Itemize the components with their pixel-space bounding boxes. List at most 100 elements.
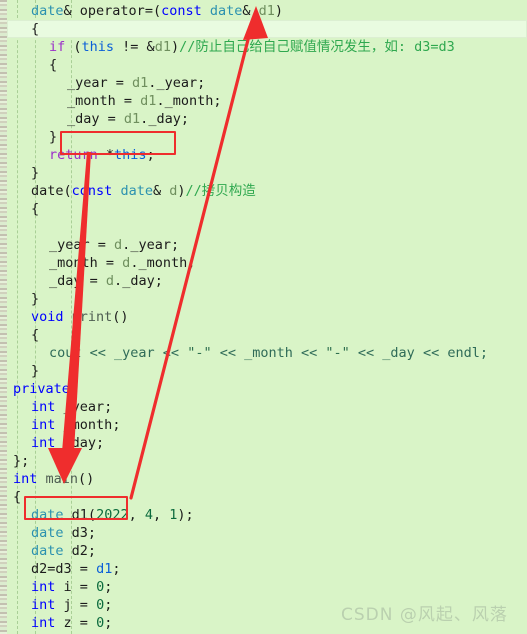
code-line[interactable]: }	[7, 164, 527, 182]
code-line[interactable]: return *this;	[7, 146, 527, 164]
code-line[interactable]: _month = d1._month;	[7, 92, 527, 110]
code-token: 0	[96, 615, 105, 631]
code-line[interactable]: }	[7, 128, 527, 146]
code-token: )	[177, 183, 186, 199]
code-line[interactable]: int _month;	[7, 416, 527, 434]
code-token: z	[63, 615, 72, 631]
code-token: <<	[211, 345, 245, 361]
code-screenshot: date& operator=(const date& d1){if (this…	[0, 0, 527, 634]
code-token: ,	[152, 507, 170, 523]
code-token: ;	[180, 111, 189, 127]
code-token: date	[31, 543, 64, 559]
code-token: cout	[49, 345, 82, 361]
code-token: d1	[71, 507, 88, 523]
code-line[interactable]: cout << _year << "-" << _month << "-" <<…	[7, 344, 527, 362]
code-token: }	[31, 165, 40, 181]
code-token: "-"	[187, 345, 212, 361]
code-line[interactable]: int main()	[7, 470, 527, 488]
code-token: _month	[138, 255, 188, 271]
code-line[interactable]: date d3;	[7, 524, 527, 542]
code-line[interactable]: _month = d._month;	[7, 254, 527, 272]
code-token: d1	[258, 3, 275, 19]
code-line[interactable]: date d1(2022, 4, 1);	[7, 506, 527, 524]
code-line[interactable]: {	[7, 488, 527, 506]
code-token: int	[31, 417, 56, 433]
code-token: int	[31, 399, 56, 415]
code-token: operator	[79, 3, 145, 19]
code-token: int	[31, 597, 56, 613]
code-token: d1	[123, 111, 141, 127]
code-token: );	[177, 507, 194, 523]
code-token: _year	[67, 75, 108, 91]
code-token: ;	[112, 561, 121, 577]
code-line[interactable]: _year = d1._year;	[7, 74, 527, 92]
code-token: d1	[140, 93, 157, 109]
code-line[interactable]: {	[7, 56, 527, 74]
code-token: }	[31, 363, 40, 379]
code-token: &	[63, 3, 80, 19]
code-token: =	[71, 579, 97, 595]
code-token: date	[31, 507, 64, 523]
code-token: d3	[71, 525, 88, 541]
code-token: if	[49, 39, 66, 55]
code-token: ;	[213, 93, 222, 109]
code-token: ;	[197, 75, 206, 91]
code-editor-surface[interactable]: date& operator=(const date& d1){if (this…	[7, 0, 527, 634]
code-token: {	[13, 489, 22, 505]
code-token: ;	[479, 345, 488, 361]
code-token: date	[120, 183, 153, 199]
code-line[interactable]: };	[7, 452, 527, 470]
code-line[interactable]: {	[7, 20, 527, 38]
code-token: ;	[104, 399, 113, 415]
code-token: =	[107, 75, 133, 91]
code-token: ;	[87, 525, 97, 541]
code-token: 0	[96, 597, 105, 613]
code-token: _month	[67, 93, 116, 109]
code-line[interactable]: }	[7, 290, 527, 308]
code-line[interactable]: date& operator=(const date& d1)	[7, 2, 527, 20]
code-line[interactable]: _year = d._year;	[7, 236, 527, 254]
code-token: _month	[63, 417, 113, 433]
code-token: :	[69, 381, 79, 397]
code-token: d	[105, 273, 115, 289]
code-line[interactable]: void print()	[7, 308, 527, 326]
code-token: _year	[63, 399, 105, 415]
code-token: =	[71, 615, 97, 631]
code-token: )	[170, 39, 180, 55]
code-line[interactable]: private:	[7, 380, 527, 398]
code-token: <<	[292, 345, 326, 361]
code-token: }	[31, 291, 40, 307]
code-token: != &	[114, 39, 155, 55]
code-line[interactable]	[7, 218, 527, 236]
code-line[interactable]: if (this != &d1)//防止自己给自己赋值情况发生，如: d3=d3	[7, 38, 527, 56]
code-line[interactable]: date(const date& d)//拷贝构造	[7, 182, 527, 200]
code-line[interactable]: {	[7, 200, 527, 218]
code-line[interactable]: date d2;	[7, 542, 527, 560]
code-line[interactable]: {	[7, 326, 527, 344]
code-token: int	[31, 579, 56, 595]
code-token: =	[81, 273, 106, 289]
code-token: ;	[104, 615, 113, 631]
code-token: .	[156, 93, 165, 109]
code-line[interactable]: int _day;	[7, 434, 527, 452]
code-token: j	[63, 597, 72, 613]
code-line[interactable]: int z = 0;	[7, 614, 527, 632]
code-token: *	[97, 147, 115, 163]
code-line[interactable]: int i = 0;	[7, 578, 527, 596]
code-token: <<	[414, 345, 448, 361]
code-line[interactable]: d2=d3 = d1;	[7, 560, 527, 578]
editor-change-bar[interactable]	[0, 0, 7, 634]
code-line[interactable]: int _year;	[7, 398, 527, 416]
code-line[interactable]: int j = 0;	[7, 596, 527, 614]
code-line[interactable]: }	[7, 362, 527, 380]
code-line[interactable]: _day = d._day;	[7, 272, 527, 290]
code-token: i	[63, 579, 72, 595]
code-token: =	[99, 111, 124, 127]
code-token: {	[31, 21, 40, 37]
code-token: {	[31, 201, 40, 217]
code-line[interactable]: _day = d1._day;	[7, 110, 527, 128]
